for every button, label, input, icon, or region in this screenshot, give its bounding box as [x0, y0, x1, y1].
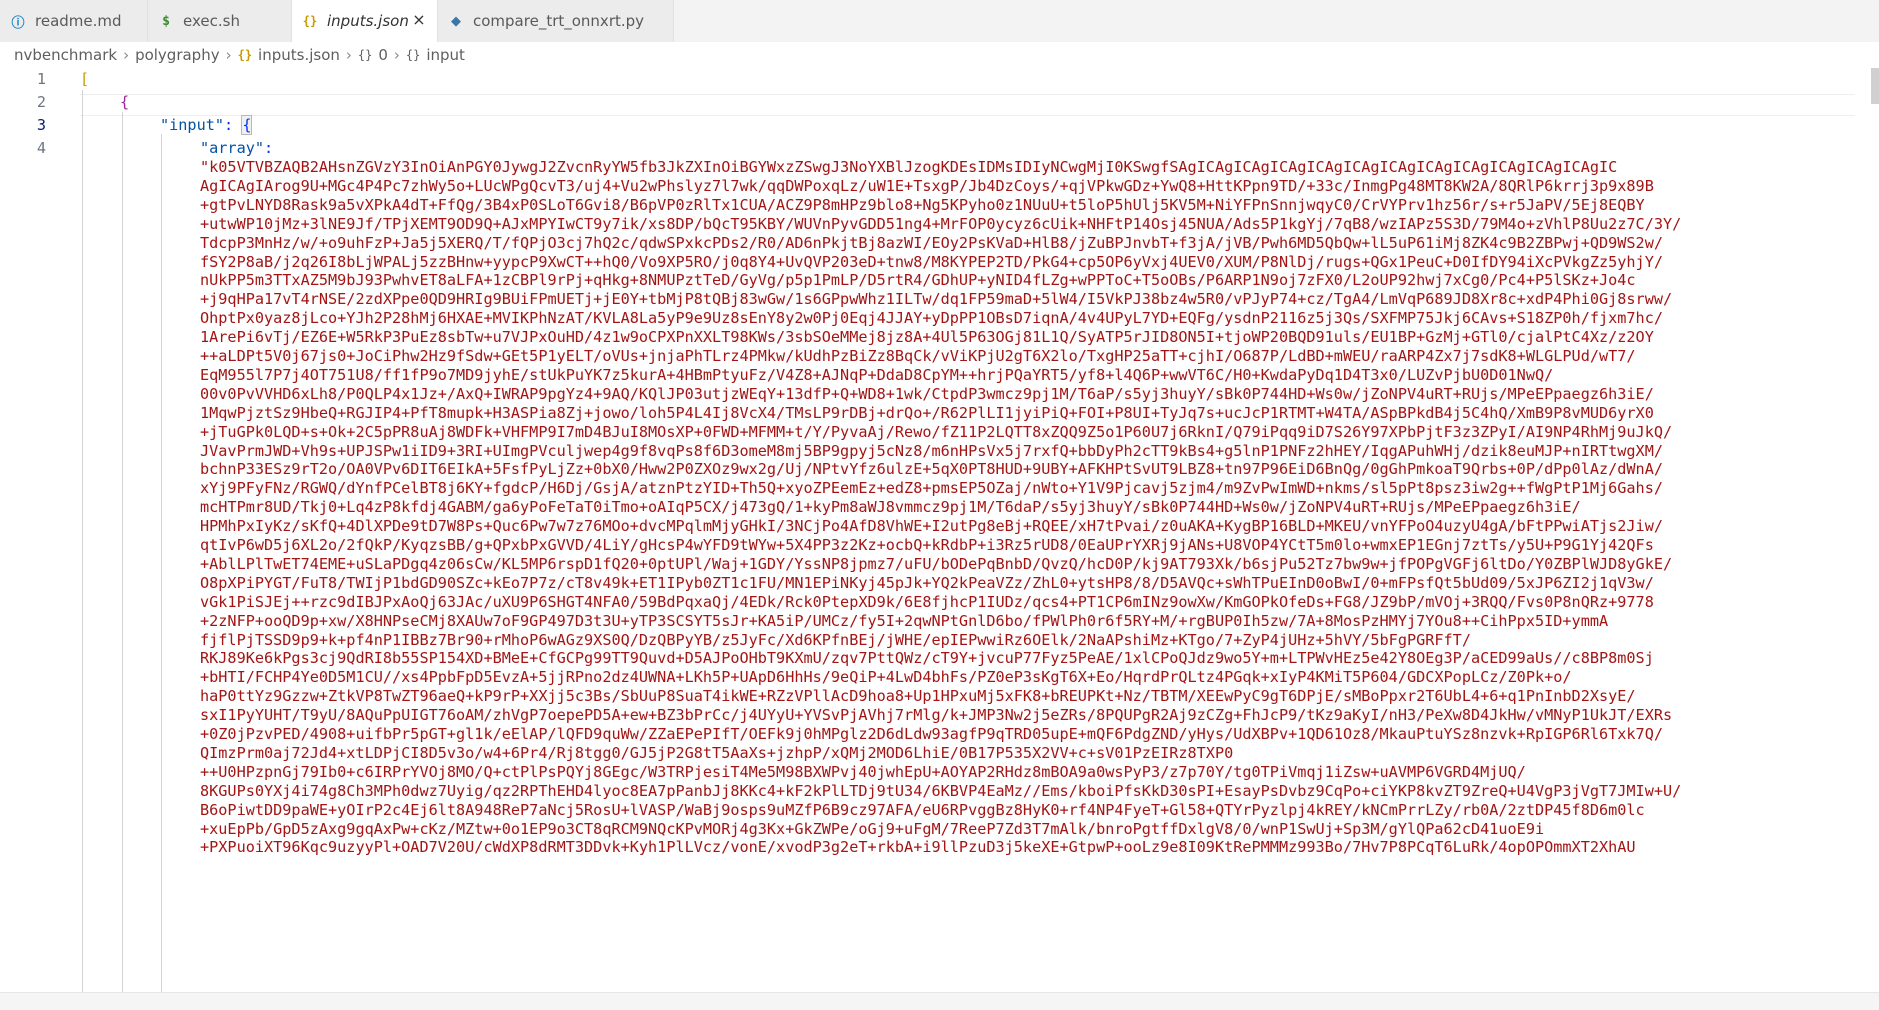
breadcrumb: nvbenchmark › polygraphy › {} inputs.jso…: [0, 42, 1879, 68]
line-number-gutter: 1 2 3 4: [0, 68, 62, 992]
breadcrumb-item-polygraphy[interactable]: polygraphy: [135, 46, 220, 64]
breadcrumb-label: 0: [378, 46, 388, 64]
string-wrap-row: O8pXPiPYGT/FuT8/TWIjP1bdGD90SZc+kEo7P7z/…: [200, 573, 1654, 592]
json-key: "input": [160, 116, 225, 134]
breadcrumb-label: inputs.json: [258, 46, 340, 64]
string-wrap-row: bchnP33ESz9rT2o/OA0VPv6DIT6EIkA+5FsfPyLj…: [200, 460, 1663, 479]
string-wrap-row: +0Z0jPzvPED/4908+uifbPr5pGT+gl1k/eElAP/l…: [200, 725, 1663, 743]
code-line: "array":: [200, 137, 273, 159]
string-wrap-row: ++aLDPt5V0j67js0+JoCiPhw2Hz9fSdw+GEt5P1y…: [200, 347, 1636, 365]
string-wrap-row: B6oPiwtDD9paWE+yOIrP2c4Ej6lt8A948ReP7aNc…: [200, 800, 1645, 819]
dollar-icon: $: [162, 13, 170, 29]
code-line: [: [80, 68, 89, 90]
tab-compare-trt[interactable]: ◆ compare_trt_onnxrt.py: [438, 0, 674, 42]
string-wrap-row: +bHTI/FCHP4Ye0D5M1CU//xs4PpbFpD5EvzA+5jj…: [200, 668, 1572, 687]
breadcrumb-item-0[interactable]: {} 0: [358, 46, 388, 64]
horizontal-scrollbar[interactable]: [0, 992, 1879, 1010]
string-wrap-row: mcHTPmr8UD/Tkj0+Lq4zP8kfdj4GABM/ga6yPoFe…: [200, 498, 1581, 517]
line-number: 4: [36, 139, 46, 157]
breadcrumb-label: polygraphy: [135, 46, 220, 64]
json-braces-icon: {}: [302, 14, 318, 28]
string-wrap-row: +2zNFP+ooQD9p+xw/X8HNPseCMj8XAUw7oF9GP49…: [200, 611, 1609, 630]
string-wrap-row: +jTuGPk0LQD+s+Ok+2C5pPR8uAj8WDFk+VHFMP9I…: [200, 422, 1673, 441]
vertical-scrollbar-thumb[interactable]: [1871, 68, 1879, 104]
string-wrap-row: 00v0PvVVHD6xLh8/P0QLP4x1Jz+/AxQ+IWRAP9pg…: [200, 384, 1654, 403]
object-braces-icon: {}: [357, 48, 373, 62]
string-wrap-row: RKJ89Ke6kPgs3cj9QdRI8b55SP154XD+BMeE+CfG…: [200, 649, 1654, 668]
open-brace-cursor: {: [241, 115, 253, 135]
chevron-right-icon: ›: [123, 46, 130, 64]
string-wrap-row: HPMhPxIyKz/sKfQ+4DlXPDe9tD7W8Ps+Quc6Pw7w…: [200, 517, 1663, 536]
string-wrap-row: sxI1PyYUHT/T9yU/8AQuPpUIGT76oAM/zhVgP7oe…: [200, 706, 1673, 725]
string-wrap-row: OhptPx0yaz8jLco+YJh2P28hMj6HXAE+MVIKPhNz…: [200, 309, 1663, 328]
string-wrap-row: +utwWP10jMz+3lNE9Jf/TPjXEMT9OD9Q+AJxMPYI…: [200, 214, 1682, 233]
string-wrap-row: ++U0HPzpnGj79Ib0+c6IRPrYVOj8MO/Q+ctPlPsP…: [200, 762, 1526, 781]
string-wrap-row: haP0ttYz9Gzzw+ZtkVP8TwZT96aeQ+kP9rP+XXjj…: [200, 687, 1636, 706]
code-line-current: "input": {: [160, 114, 253, 136]
info-icon: ⓘ: [11, 15, 25, 31]
string-wrap-row: fjflPjTSSD9p9+k+pf4nP1IBBz7Br90+rMhoP6wA…: [200, 630, 1471, 649]
python-icon: ◆: [451, 13, 461, 29]
tab-label: compare_trt_onnxrt.py: [473, 12, 645, 30]
string-wrap-row: 1ArePi6vTj/EZ6E+W5RkP3PuEz8sbTw+u7VJPxOu…: [200, 328, 1654, 347]
line-number: 2: [36, 93, 46, 111]
string-wrap-row: +xuEpPb/GpD5zAxg9gqAxPw+cKz/MZtw+0o1EP9o…: [200, 819, 1545, 838]
tab-label: exec.sh: [183, 12, 240, 30]
string-wrap-row: +PXPuoiXT96Kqc9uzyyPl+OAD7V20U/cWdXP8dRM…: [200, 838, 1636, 857]
string-wrap-row: +gtPvLNYD8Rask9a5vXPkA4dT+FfQg/3B4xP0SLo…: [200, 195, 1645, 214]
string-wrap-row: qtIvP6wD5j6XL2o/2fQkP/KyqzsBB/g+QPxbPxGV…: [200, 536, 1654, 554]
string-wrap-row: "k05VTVBZAQB2AHsnZGVzY3InOiAnPGY0JywgJ2Z…: [200, 158, 1618, 176]
string-wrap-row: QImzPrm0aj72Jd4+xtLDPjCI8D5v3o/w4+6Pr4/R…: [200, 743, 1234, 762]
close-icon[interactable]: ×: [411, 12, 427, 28]
string-wrap-row: +AblLPlTwET74EME+uSLaPDgq4z06sCw/KL5MP6r…: [200, 554, 1673, 573]
json-key: "array": [200, 139, 265, 157]
chevron-right-icon: ›: [345, 46, 352, 64]
string-wrap-row: xYj9PFyFNz/RGWQ/dYnfPCelBT8j6KY+fgdcP/H6…: [200, 479, 1663, 498]
line-number-current: 3: [36, 116, 46, 134]
breadcrumb-label: nvbenchmark: [14, 46, 118, 64]
string-wrap-row: 1MqwPjztSz9HbeQ+RGJIP4+PfT8mupk+H3ASPia8…: [200, 403, 1654, 422]
chevron-right-icon: ›: [225, 46, 232, 64]
open-brace: {: [120, 93, 130, 111]
open-bracket: [: [80, 70, 90, 88]
breadcrumb-item-nvbenchmark[interactable]: nvbenchmark: [14, 46, 117, 64]
string-wrap-row: EqM955l7P7j4OT751U8/ff1fP9o7MD9jyhE/stUk…: [200, 365, 1554, 384]
tab-label: readme.md: [35, 12, 122, 30]
breadcrumb-label: input: [426, 46, 465, 64]
tab-readme[interactable]: ⓘ readme.md: [0, 0, 148, 42]
string-wrap-row: 8KGUPs0YXj4i74g8Ch3MPh0dwz7Uyig/qz2RPThE…: [200, 781, 1682, 800]
string-wrap-row: fSY2P8aB/j2q26I8bLjWPALj5zzBHnw+yypcP9Xw…: [200, 252, 1663, 271]
tab-label: inputs.json: [327, 12, 409, 30]
line-number: 1: [36, 70, 46, 88]
breadcrumb-item-inputs-json[interactable]: {} inputs.json: [238, 46, 340, 64]
tab-inputs-json[interactable]: {} inputs.json ×: [292, 0, 438, 42]
string-wrap-row: nUkPP5m3TTxAZ5M9bJ93PwhvET8aLFA+1zCBPl9r…: [200, 271, 1636, 290]
colon: :: [224, 116, 243, 134]
code-editor[interactable]: 1 2 3 4 [ { "input": { "array": "k05VTVB…: [0, 68, 1879, 992]
tab-exec[interactable]: $ exec.sh: [148, 0, 292, 42]
string-wrap-row: vGk1PiSJEj++rzc9dIBJPxAoQj63JAc/uXU9P6SH…: [200, 592, 1654, 611]
string-wrap-row: TdcpP3MnHz/w/+o9uhFzP+Ja5j5XERQ/T/fQPjO3…: [200, 233, 1663, 252]
object-braces-icon: {}: [405, 48, 421, 62]
code-line: {: [120, 91, 129, 113]
editor-window: ⓘ readme.md $ exec.sh {} inputs.json × ◆…: [0, 0, 1879, 1010]
string-wrap-row: +j9qHPa17vT4rNSE/2zdXPpe0QD9HRIg9BUiFPmU…: [200, 290, 1673, 309]
tab-bar: ⓘ readme.md $ exec.sh {} inputs.json × ◆…: [0, 0, 1879, 42]
colon: :: [264, 139, 274, 157]
chevron-right-icon: ›: [393, 46, 400, 64]
string-wrap-row: AgICAgIArog9U+MGc4P4Pc7zhWy5o+LUcWPgQcvT…: [200, 176, 1654, 195]
json-braces-icon: {}: [237, 48, 253, 62]
string-wrap-row: JVavPrmJWD+Vh9s+UPJSPw1iID9+3RI+UImgPVcu…: [200, 441, 1663, 460]
breadcrumb-item-input[interactable]: {} input: [406, 46, 465, 64]
